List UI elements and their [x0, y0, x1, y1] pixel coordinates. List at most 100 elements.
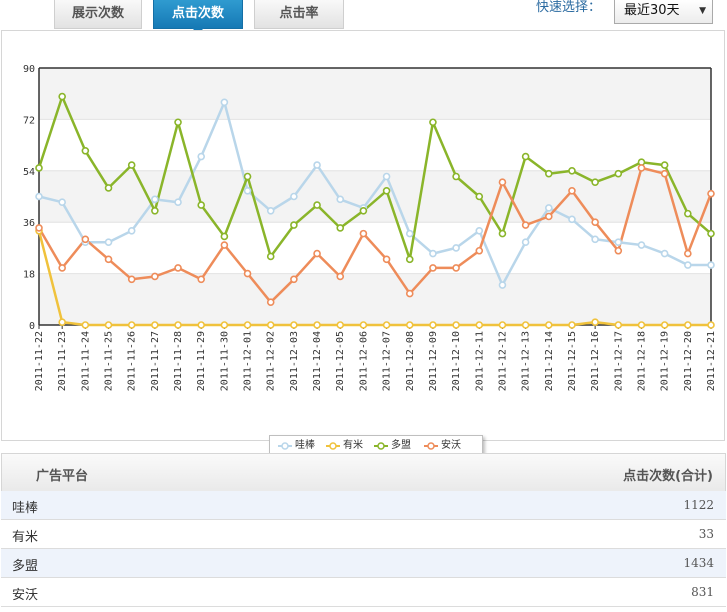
data-point [614, 238, 623, 246]
chevron-down-icon: ▼ [699, 6, 706, 16]
legend-label: 安沃 [441, 440, 461, 451]
data-point [243, 269, 252, 278]
header-clicks: 点击次数(合计) [623, 469, 713, 484]
data-point [498, 321, 507, 329]
data-point [81, 321, 90, 329]
y-tick-label: 72 [23, 115, 35, 126]
data-point [521, 221, 530, 229]
platform-name: 有米 [12, 530, 39, 545]
data-point [336, 224, 345, 232]
data-point [452, 244, 460, 252]
x-tick-label: 2011-12-06 [358, 331, 369, 391]
data-point [151, 195, 159, 204]
data-point [498, 281, 507, 289]
table-row: 有米 33 [1, 520, 726, 549]
date-range-select[interactable]: 最近30天 ▼ [614, 0, 713, 24]
data-point [174, 321, 182, 329]
x-tick-label: 2011-11-22 [34, 331, 45, 391]
data-point [243, 172, 252, 181]
table-row: 多盟 1434 [1, 549, 726, 578]
data-point [521, 152, 530, 161]
data-point [81, 235, 90, 244]
data-point [127, 321, 136, 329]
x-tick-label: 2011-11-23 [57, 331, 68, 391]
data-point [707, 321, 715, 329]
y-tick-label: 36 [23, 218, 35, 229]
data-point [104, 255, 113, 264]
data-point [220, 321, 229, 329]
data-point [684, 249, 692, 258]
y-tick-label: 0 [29, 321, 35, 332]
data-point [637, 164, 646, 172]
platform-name: 多盟 [12, 559, 39, 574]
data-point [452, 172, 460, 181]
data-point [58, 318, 66, 326]
legend-marker-icon [424, 442, 438, 450]
tab-ctr[interactable]: 点击率 [254, 0, 344, 29]
x-tick-label: 2011-11-24 [80, 331, 91, 391]
x-tick-label: 2011-12-18 [636, 331, 647, 391]
x-tick-label: 2011-11-28 [173, 331, 184, 391]
data-point [660, 169, 669, 178]
tab-clicks[interactable]: 点击次数 [153, 0, 243, 34]
data-point [452, 264, 460, 272]
header-platform: 广告平台 [36, 469, 89, 484]
click-total: 1122 [683, 498, 714, 512]
table-row: 安沃 831 [1, 578, 726, 607]
data-point [660, 249, 669, 258]
x-tick-label: 2011-12-08 [405, 331, 416, 391]
x-tick-label: 2011-12-05 [335, 331, 346, 391]
x-tick-label: 2011-12-14 [544, 331, 555, 391]
data-point [475, 246, 484, 255]
click-total: 1434 [683, 556, 714, 570]
data-point [313, 321, 321, 329]
data-point [104, 238, 113, 246]
data-point [290, 221, 298, 229]
data-point [336, 321, 345, 329]
platform-name: 安沃 [12, 588, 39, 603]
data-point [544, 169, 553, 178]
data-point [382, 255, 391, 264]
data-point [290, 321, 298, 329]
data-point [637, 321, 646, 329]
data-point [151, 272, 159, 281]
data-point [220, 241, 229, 249]
data-point [475, 226, 484, 235]
data-point [568, 215, 576, 224]
x-tick-label: 2011-12-03 [289, 331, 300, 391]
legend-label: 哇棒 [295, 440, 315, 451]
x-tick-label: 2011-11-26 [127, 331, 138, 391]
data-point [405, 289, 414, 298]
data-point [266, 206, 275, 215]
tab-bar: 展示次数 点击次数 点击率 快速选择： 最近30天 ▼ [0, 0, 727, 34]
data-point [58, 264, 66, 272]
data-point [313, 201, 321, 209]
y-tick-label: 54 [23, 167, 35, 178]
data-point [614, 169, 623, 178]
data-point [174, 198, 182, 207]
data-point [429, 321, 437, 329]
x-tick-label: 2011-12-04 [312, 331, 323, 391]
x-tick-label: 2011-12-15 [567, 331, 578, 391]
data-point [127, 161, 136, 169]
x-tick-label: 2011-12-10 [451, 331, 462, 391]
data-point [405, 255, 414, 264]
data-point [266, 321, 275, 329]
data-point [544, 204, 553, 212]
data-point [243, 186, 252, 195]
data-point [81, 147, 90, 155]
data-point [498, 178, 507, 187]
summary-table: 广告平台 点击次数(合计) 哇棒 1122 有米 33 多盟 1434 安沃 8… [1, 453, 726, 607]
data-point [151, 206, 159, 215]
x-tick-label: 2011-12-16 [590, 331, 601, 391]
data-point [58, 92, 66, 101]
data-point [614, 246, 623, 255]
data-point [452, 321, 460, 329]
data-point [266, 298, 275, 306]
tab-impressions[interactable]: 展示次数 [54, 0, 142, 29]
x-tick-label: 2011-12-13 [521, 331, 532, 391]
platform-name: 哇棒 [12, 501, 39, 516]
data-point [174, 118, 182, 127]
data-point [290, 275, 298, 284]
data-point [359, 229, 368, 238]
